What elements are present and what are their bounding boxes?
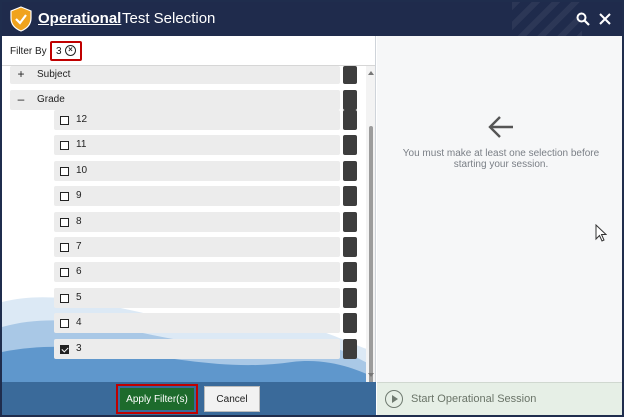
grade-checkbox[interactable] xyxy=(60,141,69,150)
scroll-down-icon[interactable] xyxy=(368,373,374,377)
scroll-up-icon[interactable] xyxy=(368,71,374,75)
selection-required-message: You must make at least one selection bef… xyxy=(402,148,600,170)
grade-label: 7 xyxy=(76,241,82,252)
title-bar-pattern xyxy=(512,2,582,36)
grade-option-action[interactable] xyxy=(343,339,357,359)
grade-label: 3 xyxy=(76,343,82,354)
filter-by-label: Filter By xyxy=(10,46,47,57)
arrow-left-icon xyxy=(488,116,513,138)
window-title: Test Selection xyxy=(122,10,216,27)
tree-node-subject[interactable]: + Subject xyxy=(10,66,340,84)
grade-option-9[interactable]: 9 xyxy=(54,186,340,206)
expand-icon[interactable]: + xyxy=(16,67,26,81)
grade-label: 10 xyxy=(76,165,88,176)
filter-chip[interactable]: 3 × xyxy=(50,41,82,61)
grade-checkbox[interactable] xyxy=(60,192,69,201)
grade-option-action[interactable] xyxy=(343,212,357,232)
close-button[interactable] xyxy=(596,10,614,28)
grade-option-7[interactable]: 7 xyxy=(54,237,340,257)
tree-scrollbar[interactable] xyxy=(366,66,375,382)
scroll-thumb[interactable] xyxy=(369,126,373,382)
grade-label: 8 xyxy=(76,216,82,227)
filter-tree: + Subject – Grade 12 11 10 9 8 7 6 5 4 3 xyxy=(10,66,360,382)
grade-checkbox[interactable] xyxy=(60,167,69,176)
grade-option-5[interactable]: 5 xyxy=(54,288,340,308)
play-icon xyxy=(385,390,403,408)
grade-option-action[interactable] xyxy=(343,135,357,155)
clear-circle-icon[interactable]: × xyxy=(65,45,76,56)
filter-footer: Apply Filter(s) Cancel xyxy=(2,382,376,415)
grade-checkbox[interactable] xyxy=(60,218,69,227)
grade-checkbox[interactable] xyxy=(60,294,69,303)
tree-node-label: Subject xyxy=(37,69,71,80)
grade-label: 12 xyxy=(76,114,88,125)
search-icon xyxy=(576,12,590,26)
grade-checkbox[interactable] xyxy=(60,345,69,354)
close-icon xyxy=(599,13,611,25)
grade-checkbox[interactable] xyxy=(60,116,69,125)
grade-option-action[interactable] xyxy=(343,262,357,282)
grade-checkbox[interactable] xyxy=(60,268,69,277)
apply-highlight: Apply Filter(s) xyxy=(116,384,198,414)
grade-label: 4 xyxy=(76,317,82,328)
grade-option-11[interactable]: 11 xyxy=(54,135,340,155)
collapse-icon[interactable]: – xyxy=(16,92,26,106)
grade-option-action[interactable] xyxy=(343,313,357,333)
grade-option-action[interactable] xyxy=(343,110,357,130)
selection-summary-panel: You must make at least one selection bef… xyxy=(377,36,622,382)
shield-check-icon xyxy=(10,6,32,32)
tree-node-grade[interactable]: – Grade xyxy=(10,90,340,110)
title-bar: Operational Test Selection xyxy=(2,2,622,36)
apply-filters-button[interactable]: Apply Filter(s) xyxy=(120,388,194,410)
brand-title: Operational xyxy=(38,10,122,27)
grade-option-action[interactable] xyxy=(343,288,357,308)
grade-label: 9 xyxy=(76,190,82,201)
test-selection-window: Operational Test Selection Filter By 3 ×… xyxy=(0,0,624,417)
mouse-cursor-icon xyxy=(595,224,607,242)
grade-checkbox[interactable] xyxy=(60,319,69,328)
grade-option-12[interactable]: 12 xyxy=(54,110,340,130)
grade-option-8[interactable]: 8 xyxy=(54,212,340,232)
start-session-bar[interactable]: Start Operational Session xyxy=(377,382,622,415)
grade-option-action[interactable] xyxy=(343,186,357,206)
grade-label: 6 xyxy=(76,266,82,277)
grade-label: 11 xyxy=(76,139,87,150)
filter-chip-value: 3 xyxy=(56,46,62,57)
grade-option-10[interactable]: 10 xyxy=(54,161,340,181)
tree-node-action[interactable] xyxy=(343,90,357,110)
tree-node-action[interactable] xyxy=(343,66,357,84)
search-button[interactable] xyxy=(574,10,592,28)
grade-label: 5 xyxy=(76,292,82,303)
cancel-button[interactable]: Cancel xyxy=(204,386,260,412)
grade-option-action[interactable] xyxy=(343,237,357,257)
filter-bar: Filter By 3 × xyxy=(2,36,375,66)
tree-node-label: Grade xyxy=(37,94,65,105)
grade-option-6[interactable]: 6 xyxy=(54,262,340,282)
grade-option-4[interactable]: 4 xyxy=(54,313,340,333)
grade-option-3[interactable]: 3 xyxy=(54,339,340,359)
grade-checkbox[interactable] xyxy=(60,243,69,252)
filter-panel: Filter By 3 × + Subject – Grade 12 11 10 9 8… xyxy=(2,36,376,382)
start-session-button[interactable]: Start Operational Session xyxy=(411,393,536,405)
grade-option-action[interactable] xyxy=(343,161,357,181)
